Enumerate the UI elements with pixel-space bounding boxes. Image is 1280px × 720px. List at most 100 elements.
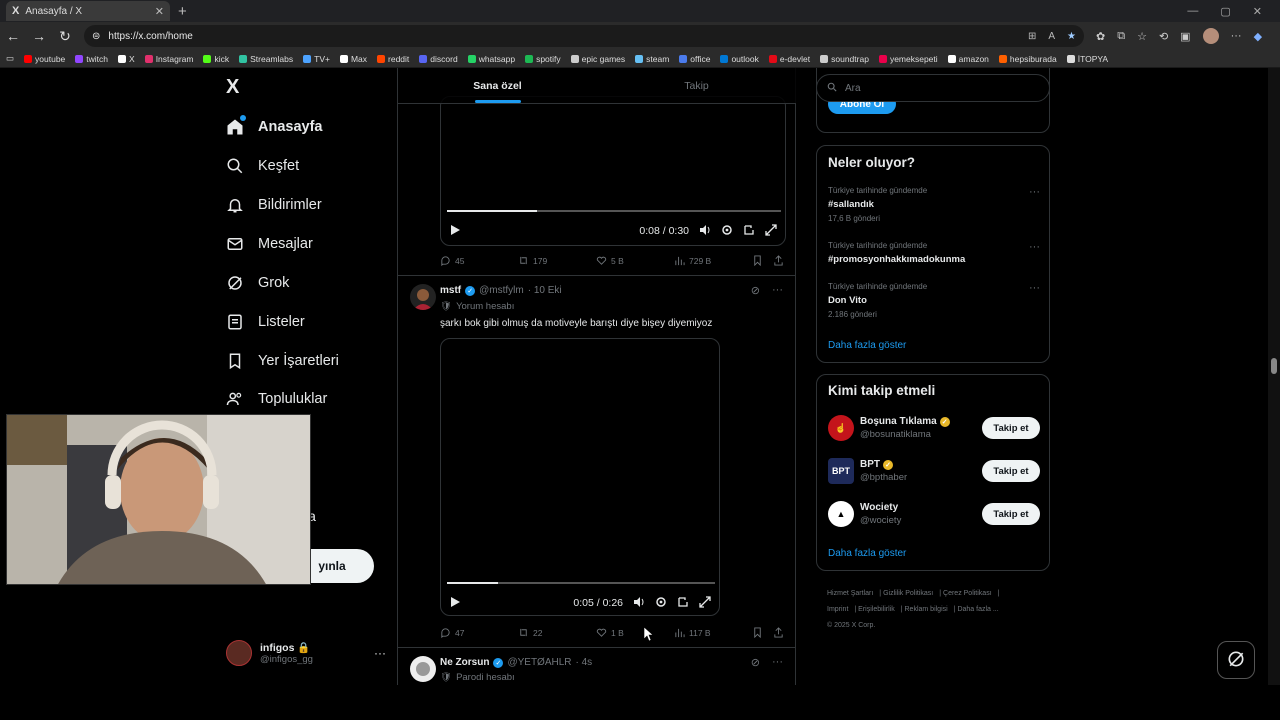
site-info-icon[interactable]: ⊜ bbox=[92, 31, 100, 42]
footer-link[interactable]: Daha fazla ... bbox=[957, 606, 998, 613]
repost-button[interactable]: 22 bbox=[518, 627, 596, 638]
tab-for-you[interactable]: Sana özel bbox=[398, 68, 597, 103]
bookmark-item[interactable]: reddit bbox=[377, 54, 409, 64]
like-button[interactable]: 1 B bbox=[596, 627, 674, 638]
bookmark-item[interactable]: outlook bbox=[720, 54, 759, 64]
trend-item[interactable]: Türkiye tarihinde gündemde #promosyonhak… bbox=[828, 241, 1040, 265]
more-icon[interactable]: ··· bbox=[772, 284, 783, 297]
back-icon[interactable]: ← bbox=[6, 28, 20, 44]
menu-icon[interactable]: ··· bbox=[1231, 30, 1242, 42]
copilot-icon[interactable]: ◆ bbox=[1254, 30, 1262, 43]
settings-icon[interactable] bbox=[721, 224, 733, 239]
nav-messages[interactable]: Mesajlar bbox=[226, 235, 313, 253]
extension-icon[interactable]: ✿ bbox=[1096, 30, 1105, 43]
trend-item[interactable]: Türkiye tarihinde gündemde Don Vito 2.18… bbox=[828, 282, 1040, 319]
like-button[interactable]: 5 B bbox=[596, 255, 674, 266]
footer-link[interactable]: Gizlilik Politikası bbox=[883, 590, 933, 597]
bookmark-item[interactable]: twitch bbox=[75, 54, 108, 64]
follow-button[interactable]: Takip et bbox=[982, 460, 1040, 482]
grok-floating-button[interactable] bbox=[1217, 641, 1255, 679]
reply-button[interactable]: 47 bbox=[440, 627, 518, 638]
nav-lists[interactable]: Listeler bbox=[226, 313, 305, 331]
bookmark-item[interactable]: Max bbox=[339, 54, 367, 64]
bookmark-item[interactable]: youtube bbox=[24, 54, 65, 64]
follow-suggestion[interactable]: ▲ Wociety @wociety Takip et bbox=[828, 501, 1040, 527]
bookmark-item[interactable]: amazon bbox=[947, 54, 989, 64]
follow-button[interactable]: Takip et bbox=[982, 417, 1040, 439]
browser-tab[interactable]: X Anasayfa / X ✕ bbox=[6, 1, 170, 21]
video-progress-bar[interactable] bbox=[447, 582, 715, 584]
address-bar[interactable]: ⊜ https://x.com/home ⊞ A ★ bbox=[84, 25, 1084, 47]
favorites-icon[interactable]: ☆ bbox=[1137, 30, 1147, 43]
bookmark-item[interactable]: spotify bbox=[525, 54, 561, 64]
bookmark-item[interactable]: Instagram bbox=[144, 54, 193, 64]
more-icon[interactable]: ··· bbox=[374, 646, 386, 660]
grok-icon[interactable]: ⊘ bbox=[751, 656, 760, 669]
play-icon[interactable] bbox=[449, 596, 461, 611]
author-handle[interactable]: @YETØAHLR bbox=[507, 657, 571, 668]
more-icon[interactable]: ··· bbox=[1029, 241, 1040, 253]
nav-bookmarks[interactable]: Yer İşaretleri bbox=[226, 352, 339, 370]
collections-icon[interactable]: ▣ bbox=[1180, 30, 1190, 43]
reload-icon[interactable]: ↻ bbox=[58, 28, 72, 45]
follow-suggestion[interactable]: BPT BPT ✓ @bpthaber Takip et bbox=[828, 458, 1040, 484]
bookmark-item[interactable]: steam bbox=[635, 54, 669, 64]
search-input[interactable]: Ara bbox=[816, 74, 1050, 102]
author-name[interactable]: Ne Zorsun bbox=[440, 657, 489, 668]
x-logo[interactable]: X bbox=[226, 76, 239, 99]
avatar[interactable] bbox=[410, 656, 436, 682]
profile-avatar[interactable] bbox=[1202, 28, 1219, 44]
bookmark-item[interactable]: epic games bbox=[570, 54, 625, 64]
follow-button[interactable]: Takip et bbox=[982, 503, 1040, 525]
show-more-link[interactable]: Daha fazla göster bbox=[828, 340, 906, 351]
share-button[interactable] bbox=[773, 255, 784, 266]
more-icon[interactable]: ··· bbox=[772, 656, 783, 669]
bookmark-item[interactable]: office bbox=[679, 54, 710, 64]
settings-icon[interactable] bbox=[655, 596, 667, 611]
tweet-date[interactable]: · 10 Eki bbox=[528, 285, 562, 296]
bookmarks-menu-icon[interactable]: ▭ bbox=[6, 53, 14, 64]
views-button[interactable]: 729 B bbox=[674, 255, 752, 266]
pip-icon[interactable] bbox=[677, 596, 689, 611]
footer-link[interactable]: Reklam bilgisi bbox=[905, 606, 948, 613]
show-more-link[interactable]: Daha fazla göster bbox=[828, 548, 906, 559]
new-tab-button[interactable]: + bbox=[178, 3, 187, 20]
forward-icon[interactable]: → bbox=[32, 28, 46, 44]
read-aloud-icon[interactable]: A bbox=[1048, 31, 1055, 42]
video-player[interactable]: 0:05 / 0:26 bbox=[440, 338, 720, 616]
bookmark-item[interactable]: Streamlabs bbox=[239, 54, 293, 64]
more-icon[interactable]: ··· bbox=[1029, 186, 1040, 198]
bookmark-button[interactable] bbox=[752, 627, 763, 638]
video-progress-bar[interactable] bbox=[447, 210, 781, 212]
bookmark-item[interactable]: e-devlet bbox=[768, 54, 810, 64]
more-icon[interactable]: ··· bbox=[1029, 282, 1040, 294]
footer-link[interactable]: Erişilebilirlik bbox=[858, 606, 895, 613]
nav-communities[interactable]: Topluluklar bbox=[226, 390, 327, 408]
close-window-icon[interactable]: ✕ bbox=[1253, 5, 1262, 18]
maximize-icon[interactable]: ▢ bbox=[1220, 5, 1230, 18]
nav-notifications[interactable]: Bildirimler bbox=[226, 196, 322, 214]
author-handle[interactable]: @mstfylm bbox=[479, 285, 524, 296]
footer-link[interactable]: Imprint bbox=[827, 606, 848, 613]
bookmark-item[interactable]: yemeksepeti bbox=[878, 54, 938, 64]
trend-item[interactable]: Türkiye tarihinde gündemde #sallandık 17… bbox=[828, 186, 1040, 223]
account-switcher[interactable]: infigos 🔒 @infigos_gg ··· bbox=[226, 640, 386, 666]
volume-icon[interactable] bbox=[699, 224, 711, 239]
follow-suggestion[interactable]: ☝ Boşuna Tıklama ✓ @bosunatiklama Takip e… bbox=[828, 415, 1040, 441]
footer-link[interactable]: Çerez Politikası bbox=[943, 590, 992, 597]
avatar[interactable] bbox=[410, 284, 436, 310]
video-player[interactable]: 0:08 / 0:30 bbox=[440, 96, 786, 246]
pip-icon[interactable] bbox=[743, 224, 755, 239]
fullscreen-icon[interactable] bbox=[699, 595, 711, 611]
minimize-icon[interactable]: — bbox=[1187, 5, 1198, 18]
bookmark-item[interactable]: X bbox=[118, 54, 135, 64]
favorite-star-icon[interactable]: ★ bbox=[1067, 31, 1076, 42]
split-screen-icon[interactable]: ⧉ bbox=[1117, 30, 1125, 43]
bookmark-item[interactable]: discord bbox=[419, 54, 458, 64]
bookmark-item[interactable]: İTOPYA bbox=[1066, 54, 1108, 64]
nav-grok[interactable]: Grok bbox=[226, 274, 289, 292]
scrollbar-thumb[interactable] bbox=[1271, 358, 1277, 374]
volume-icon[interactable] bbox=[633, 596, 645, 611]
page-scrollbar[interactable] bbox=[1268, 68, 1280, 685]
bookmark-item[interactable]: soundtrap bbox=[820, 54, 869, 64]
